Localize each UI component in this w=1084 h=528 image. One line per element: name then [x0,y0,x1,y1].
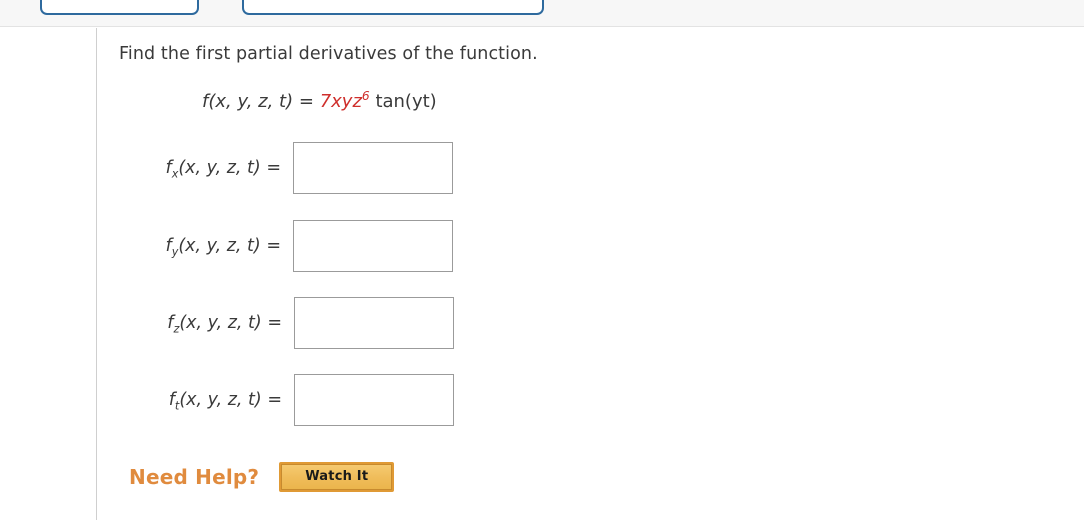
label-subscript: y [171,245,179,259]
label-equals: = [267,313,282,333]
formula-lhs: f(x, y, z, t) [202,91,294,112]
function-definition: f(x, y, z, t) = 7xyz6 tan(yt) [202,89,437,112]
label-equals: = [266,236,281,256]
answer-label-fz: fz(x, y, z, t) = [167,313,282,335]
formula-exponent: 6 [361,89,370,103]
answer-row: ft(x, y, z, t) = [169,374,454,426]
formula-equals: = [298,91,314,112]
answer-input-ft[interactable] [294,374,454,426]
formula-coefficient-term: 7xyz [319,91,362,112]
label-arguments: (x, y, z, t) [179,390,262,410]
label-arguments: (x, y, z, t) [178,236,261,256]
answer-label-fy: fy(x, y, z, t) = [166,236,281,259]
answer-row: fy(x, y, z, t) = [166,220,453,272]
answer-input-fx[interactable] [293,142,453,194]
label-arguments: (x, y, z, t) [178,158,261,178]
label-equals: = [266,158,281,178]
label-arguments: (x, y, z, t) [179,313,262,333]
answer-input-fz[interactable] [294,297,454,349]
answer-row: fz(x, y, z, t) = [167,297,454,349]
question-panel: Find the first partial derivatives of th… [97,28,1084,528]
need-help-bar: Need Help? Watch It [129,462,395,492]
top-toolbar [0,0,1084,27]
watch-it-button[interactable]: Watch It [279,462,395,492]
answer-label-ft: ft(x, y, z, t) = [169,390,282,412]
formula-trig-term: tan(yt) [375,91,437,112]
label-subscript: x [171,167,179,181]
toolbar-button-right[interactable] [242,0,544,15]
need-help-heading: Need Help? [129,465,260,489]
label-equals: = [267,390,282,410]
question-prompt: Find the first partial derivatives of th… [119,44,538,64]
toolbar-button-group [0,0,1084,26]
answer-label-fx: fx(x, y, z, t) = [166,158,281,181]
toolbar-button-left[interactable] [40,0,199,15]
answer-input-fy[interactable] [293,220,453,272]
answer-row: fx(x, y, z, t) = [166,142,453,194]
